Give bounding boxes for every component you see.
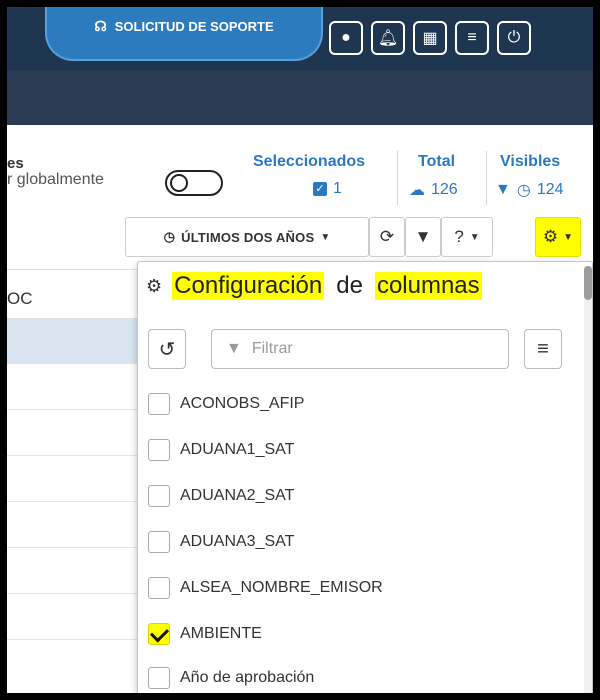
partial-heading: es <box>7 155 24 172</box>
column-label: ADUANA3_SAT <box>180 533 295 550</box>
reset-columns-button[interactable]: ↺ <box>148 329 186 369</box>
support-request-label: SOLICITUD DE SOPORTE <box>114 19 274 34</box>
column-option[interactable]: ADUANA3_SAT <box>148 527 294 557</box>
summary-bar: es r globalmente Seleccionados ✓ 1 Total… <box>7 125 593 217</box>
cloud-icon: ☁ <box>409 182 425 199</box>
title-word: columnas <box>374 272 482 300</box>
headset-icon: ☊ <box>94 18 107 34</box>
menu-icon: ≡ <box>467 29 477 46</box>
visible-count[interactable]: ▼ ◷ 124 <box>495 180 564 200</box>
column-checkbox[interactable] <box>148 667 170 689</box>
total-value: 126 <box>431 181 458 198</box>
scrollbar-thumb[interactable] <box>584 266 592 300</box>
column-option[interactable]: ALSEA_NOMBRE_EMISOR <box>148 573 383 603</box>
column-checkbox-checked[interactable] <box>148 623 170 645</box>
column-label: ADUANA1_SAT <box>180 441 295 458</box>
column-settings-button[interactable]: ⚙ ▼ <box>535 217 581 257</box>
visible-title: Visibles <box>500 153 561 170</box>
checkbox-icon: ✓ <box>313 182 327 196</box>
filter-icon: ▼ <box>414 227 432 246</box>
clock-icon: ◷ <box>163 229 176 244</box>
column-checkbox[interactable] <box>148 531 170 553</box>
undo-icon: ↺ <box>158 338 176 361</box>
title-word: Configuración <box>172 272 325 300</box>
column-checkbox[interactable] <box>148 485 170 507</box>
grid-icon: ▦ <box>422 30 438 47</box>
date-range-dropdown[interactable]: ◷ ÚLTIMOS DOS AÑOS ▼ <box>125 217 369 257</box>
divider <box>486 151 487 205</box>
column-option[interactable]: Año de aprobación <box>148 663 314 693</box>
column-option[interactable]: AMBIENTE <box>148 619 262 649</box>
support-request-button[interactable]: ☊ SOLICITUD DE SOPORTE <box>45 7 323 61</box>
power-icon: ⏻ <box>507 29 521 46</box>
menu-button[interactable]: ≡ <box>455 21 489 55</box>
gear-icon: ⚙ <box>542 227 559 246</box>
caret-down-icon: ▼ <box>469 231 480 243</box>
user-icon: ● <box>341 29 351 46</box>
column-options-button[interactable]: ≡ <box>524 329 562 369</box>
menu-icon: ≡ <box>537 337 549 360</box>
panel-title: ⚙ Configuración de columnas <box>146 272 482 300</box>
column-option[interactable]: ADUANA2_SAT <box>148 481 294 511</box>
clock-icon: ◷ <box>516 182 531 199</box>
date-range-label: ÚLTIMOS DOS AÑOS <box>181 229 315 245</box>
column-header[interactable]: OC <box>7 289 33 308</box>
selected-title: Seleccionados <box>253 153 366 170</box>
column-label: ACONOBS_AFIP <box>180 395 305 412</box>
global-filter-label: r globalmente <box>7 171 104 188</box>
title-word: de <box>336 272 363 299</box>
sub-navbar <box>7 70 593 125</box>
toggle-knob <box>170 174 188 192</box>
apps-button[interactable]: ▦ <box>413 21 447 55</box>
column-config-dropdown: ⚙ Configuración de columnas ↺ ▼ Filtrar … <box>137 261 593 693</box>
caret-down-icon: ▼ <box>563 231 574 243</box>
column-option[interactable]: ADUANA1_SAT <box>148 435 294 465</box>
filter-icon: ▼ <box>226 340 242 357</box>
help-dropdown[interactable]: ? ▼ <box>441 217 493 257</box>
filter-placeholder: Filtrar <box>251 340 293 357</box>
bell-icon: 🔔︎ <box>377 30 399 47</box>
divider <box>397 151 398 205</box>
filter-icon: ▼ <box>495 181 511 198</box>
visible-value: 124 <box>536 181 564 198</box>
top-navbar: ☊ SOLICITUD DE SOPORTE ● 🔔︎ ▦ ≡ ⏻ <box>7 7 593 70</box>
question-icon: ? <box>454 227 464 246</box>
column-option[interactable]: ACONOBS_AFIP <box>148 389 304 419</box>
global-filter-toggle[interactable] <box>165 170 223 196</box>
column-label: AMBIENTE <box>180 625 262 642</box>
notifications-button[interactable]: 🔔︎ <box>371 21 405 55</box>
column-label: ALSEA_NOMBRE_EMISOR <box>180 579 383 596</box>
column-label: ADUANA2_SAT <box>180 487 295 504</box>
total-count[interactable]: ☁ 126 <box>409 180 458 200</box>
column-label: Año de aprobación <box>180 669 315 686</box>
filter-button[interactable]: ▼ <box>405 217 441 257</box>
total-title: Total <box>418 153 456 170</box>
logout-button[interactable]: ⏻ <box>497 21 531 55</box>
column-checkbox[interactable] <box>148 393 170 415</box>
scrollbar-track[interactable] <box>584 266 592 693</box>
refresh-icon: ⟳ <box>379 227 395 246</box>
refresh-button[interactable]: ⟳ <box>369 217 405 257</box>
user-button[interactable]: ● <box>329 21 363 55</box>
column-filter-input[interactable]: ▼ Filtrar <box>211 329 509 369</box>
selected-count[interactable]: ✓ 1 <box>313 180 342 198</box>
column-checkbox[interactable] <box>148 577 170 599</box>
gear-icon: ⚙ <box>146 275 163 296</box>
caret-down-icon: ▼ <box>320 231 331 243</box>
app-frame: ☊ SOLICITUD DE SOPORTE ● 🔔︎ ▦ ≡ ⏻ es r g… <box>7 7 593 693</box>
selected-value: 1 <box>333 180 342 197</box>
column-checkbox[interactable] <box>148 439 170 461</box>
